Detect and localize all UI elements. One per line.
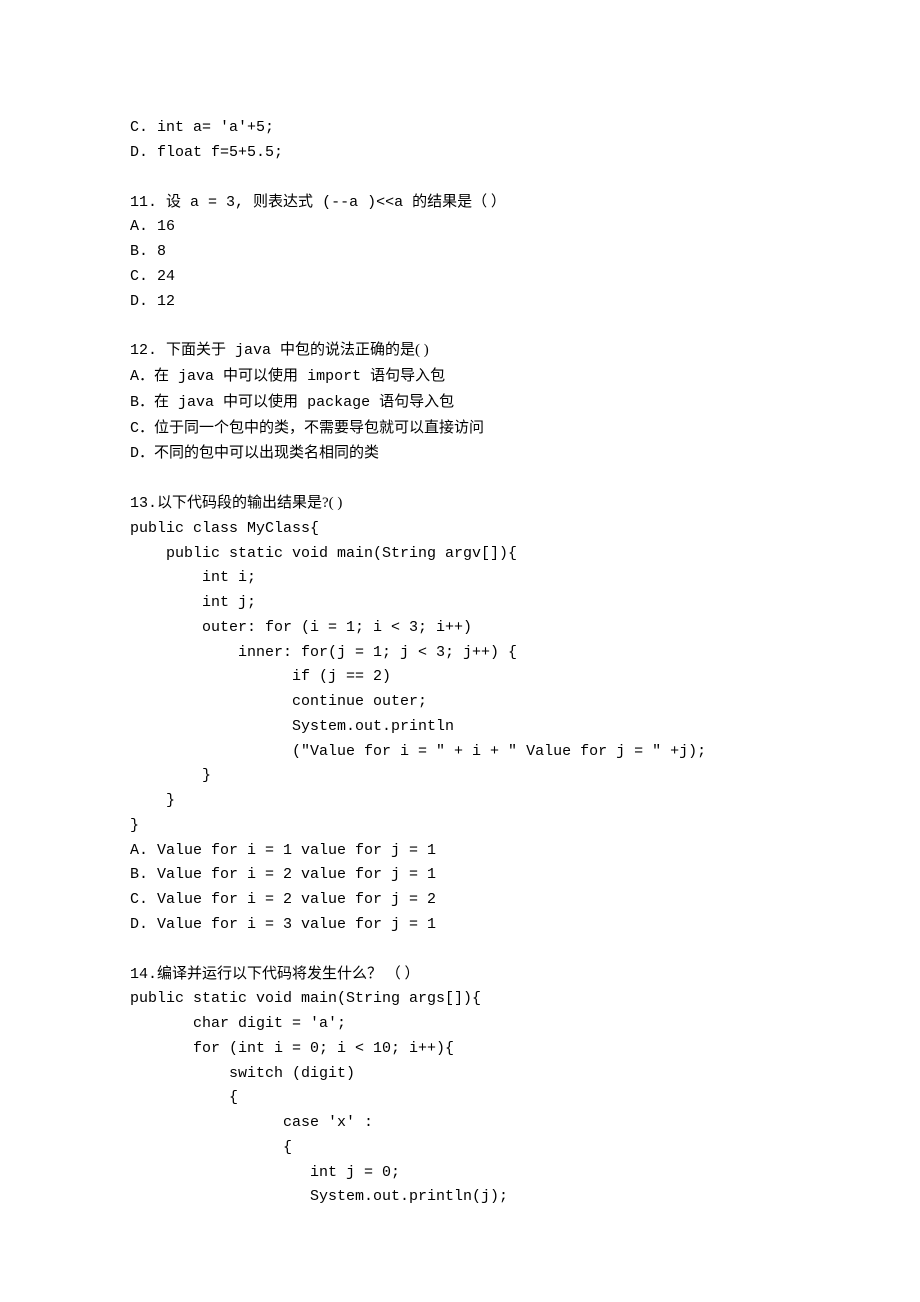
code-line: int j; bbox=[130, 591, 790, 616]
t: (--a )<<a bbox=[313, 194, 412, 211]
t: a = 3, bbox=[181, 194, 253, 211]
t: 语句导入包 bbox=[379, 394, 454, 410]
code-line: System.out.println bbox=[130, 715, 790, 740]
code-line: { bbox=[130, 1086, 790, 1111]
code-line: char digit = 'a'; bbox=[130, 1012, 790, 1037]
option-d: D. Value for i = 3 value for j = 1 bbox=[130, 913, 790, 938]
question-prompt: 12. 下面关于 java 中包的说法正确的是( ) bbox=[130, 338, 790, 364]
question-prompt: 14.编译并运行以下代码将发生什么？ （ ） bbox=[130, 962, 790, 988]
code-line: for (int i = 0; i < 10; i++){ bbox=[130, 1037, 790, 1062]
code-line: System.out.println(j); bbox=[130, 1185, 790, 1210]
t: 下面关于 bbox=[166, 342, 226, 358]
t: 的结果是（ ） bbox=[412, 194, 506, 210]
t: 则表达式 bbox=[253, 194, 313, 210]
block-cd-options: C. int a= 'a'+5; D. float f=5+5.5; bbox=[130, 116, 790, 166]
option-c: C. Value for i = 2 value for j = 2 bbox=[130, 888, 790, 913]
option-c: C. 24 bbox=[130, 265, 790, 290]
t: 语句导入包 bbox=[370, 368, 445, 384]
t: 中可以使用 bbox=[223, 394, 298, 410]
question-prompt: 11. 设 a = 3, 则表达式 (--a )<<a 的结果是（ ） bbox=[130, 190, 790, 216]
question-12: 12. 下面关于 java 中包的说法正确的是( ) A．在 java 中可以使… bbox=[130, 338, 790, 467]
code-line: case 'x' : bbox=[130, 1111, 790, 1136]
code-line: continue outer; bbox=[130, 690, 790, 715]
question-prompt: 13.以下代码段的输出结果是?( ) bbox=[130, 491, 790, 517]
option-b: B．在 java 中可以使用 package 语句导入包 bbox=[130, 390, 790, 416]
t: C． bbox=[130, 420, 154, 437]
code-line: inner: for(j = 1; j < 3; j++) { bbox=[130, 641, 790, 666]
option-c: C．位于同一个包中的类，不需要导包就可以直接访问 bbox=[130, 416, 790, 442]
text-line: D. float f=5+5.5; bbox=[130, 141, 790, 166]
option-b: B. 8 bbox=[130, 240, 790, 265]
t: D． bbox=[130, 445, 154, 462]
code-line: public class MyClass{ bbox=[130, 517, 790, 542]
question-14: 14.编译并运行以下代码将发生什么？ （ ） public static voi… bbox=[130, 962, 790, 1211]
t: B． bbox=[130, 394, 154, 411]
code-line: int j = 0; bbox=[130, 1161, 790, 1186]
code-line: int i; bbox=[130, 566, 790, 591]
t: 12. bbox=[130, 342, 166, 359]
text-line: C. int a= 'a'+5; bbox=[130, 116, 790, 141]
option-d: D. 12 bbox=[130, 290, 790, 315]
document-page: C. int a= 'a'+5; D. float f=5+5.5; 11. 设… bbox=[0, 0, 920, 1302]
option-a: A. 16 bbox=[130, 215, 790, 240]
t: 不同的包中可以出现类名相同的类 bbox=[154, 445, 379, 461]
t: import bbox=[298, 368, 370, 385]
code-line: if (j == 2) bbox=[130, 665, 790, 690]
code-line: { bbox=[130, 1136, 790, 1161]
t: java bbox=[226, 342, 280, 359]
t: 设 bbox=[166, 194, 181, 210]
t: 在 bbox=[154, 368, 169, 384]
t: 14. bbox=[130, 966, 157, 983]
code-line: ("Value for i = " + i + " Value for j = … bbox=[130, 740, 790, 765]
t: 11. bbox=[130, 194, 166, 211]
option-b: B. Value for i = 2 value for j = 1 bbox=[130, 863, 790, 888]
t: 13. bbox=[130, 495, 157, 512]
t: 以下代码段的输出结果是?( ) bbox=[157, 495, 342, 511]
option-d: D．不同的包中可以出现类名相同的类 bbox=[130, 441, 790, 467]
question-11: 11. 设 a = 3, 则表达式 (--a )<<a 的结果是（ ） A. 1… bbox=[130, 190, 790, 315]
t: java bbox=[169, 394, 223, 411]
code-line: } bbox=[130, 789, 790, 814]
code-line: public static void main(String argv[]){ bbox=[130, 542, 790, 567]
code-line: outer: for (i = 1; i < 3; i++) bbox=[130, 616, 790, 641]
code-line: } bbox=[130, 814, 790, 839]
t: java bbox=[169, 368, 223, 385]
t: 在 bbox=[154, 394, 169, 410]
t: 中可以使用 bbox=[223, 368, 298, 384]
option-a: A. Value for i = 1 value for j = 1 bbox=[130, 839, 790, 864]
t: package bbox=[298, 394, 379, 411]
t: 中包的说法正确的是( ) bbox=[280, 342, 429, 358]
code-line: switch (digit) bbox=[130, 1062, 790, 1087]
t: 位于同一个包中的类，不需要导包就可以直接访问 bbox=[154, 420, 484, 436]
question-13: 13.以下代码段的输出结果是?( ) public class MyClass{… bbox=[130, 491, 790, 938]
option-a: A．在 java 中可以使用 import 语句导入包 bbox=[130, 364, 790, 390]
t: A． bbox=[130, 368, 154, 385]
t: 编译并运行以下代码将发生什么？ （ ） bbox=[157, 966, 420, 982]
code-line: public static void main(String args[]){ bbox=[130, 987, 790, 1012]
code-line: } bbox=[130, 764, 790, 789]
